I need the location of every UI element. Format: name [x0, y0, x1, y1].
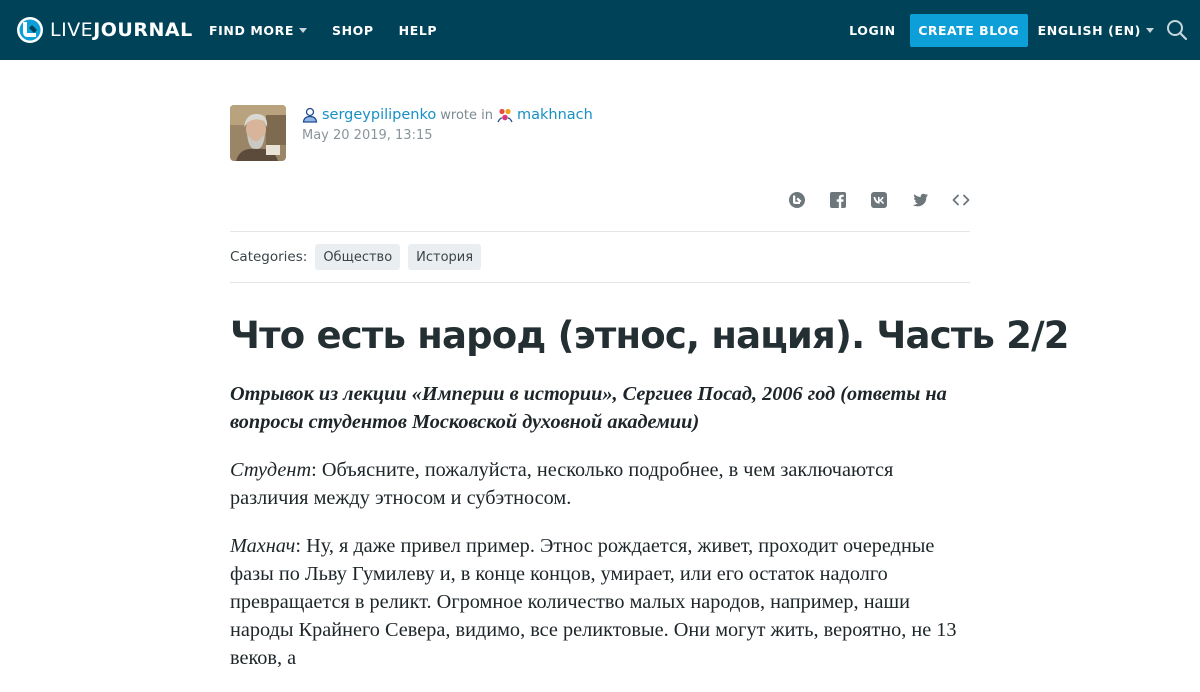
post-byline: sergeypilipenko wrote in makhnach [302, 105, 593, 125]
language-selector[interactable]: ENGLISH (EN) [1038, 23, 1154, 38]
nav-find-more-label: FIND MORE [209, 22, 295, 38]
create-blog-button[interactable]: CREATE BLOG [909, 13, 1028, 47]
nav-shop[interactable]: SHOP [332, 23, 374, 38]
author-avatar[interactable] [230, 105, 286, 161]
nav-help[interactable]: HELP [399, 23, 438, 38]
paragraph-text: : Ну, я даже привел пример. Этнос рождае… [230, 535, 957, 669]
wrote-in-label: wrote in [440, 107, 493, 123]
speaker-name: Махнач [230, 535, 296, 557]
post-date: May 20 2019, 13:15 [302, 128, 433, 143]
category-tag-history[interactable]: История [408, 244, 482, 270]
post-paragraph: Студент: Объясните, пожалуйста, нескольк… [230, 456, 972, 512]
account-nav: LOGIN CREATE BLOG ENGLISH (EN) [849, 0, 1200, 60]
user-icon[interactable] [302, 107, 318, 123]
author-username-link[interactable]: sergeypilipenko [322, 107, 436, 123]
livejournal-logo-icon [17, 17, 43, 43]
category-tag-society[interactable]: Общество [315, 244, 401, 270]
facebook-icon[interactable] [829, 191, 847, 209]
post-categories: Categories: Общество История [230, 244, 489, 270]
nav-find-more[interactable]: FIND MORE [209, 22, 308, 38]
post-body: Отрывок из лекции «Империи в истории», С… [230, 380, 972, 692]
vk-icon[interactable] [870, 191, 888, 209]
language-label: ENGLISH (EN) [1037, 22, 1141, 38]
nav-help-label: HELP [398, 22, 438, 38]
livejournal-logo[interactable]: LIVEJOURNAL [16, 15, 193, 45]
post-author-block: sergeypilipenko wrote in makhnach May 20… [230, 105, 970, 165]
post-title: Что есть народ (этнос, нация). Часть 2/2 [230, 314, 1070, 357]
search-icon[interactable] [1166, 19, 1188, 41]
chevron-down-icon [1146, 27, 1154, 33]
livejournal-repost-icon[interactable] [788, 191, 806, 209]
share-toolbar [765, 190, 970, 210]
paragraph-text: : Объясните, пожалуйста, несколько подро… [230, 459, 894, 509]
community-name-link[interactable]: makhnach [517, 107, 593, 123]
logo-wordmark: LIVEJOURNAL [50, 19, 193, 41]
nav-shop-label: SHOP [332, 22, 374, 38]
chevron-down-icon [299, 27, 308, 33]
divider [230, 231, 970, 232]
speaker-name: Студент [230, 459, 312, 481]
categories-label: Categories: [230, 249, 308, 265]
twitter-icon[interactable] [911, 191, 929, 209]
avatar-photo [230, 105, 286, 161]
post-lead-paragraph: Отрывок из лекции «Империи в истории», С… [230, 383, 947, 433]
community-icon[interactable] [497, 107, 513, 123]
top-navigation-bar: LIVEJOURNAL FIND MORE SHOP HELP LOGIN CR… [0, 0, 1200, 60]
embed-code-icon[interactable] [952, 191, 970, 209]
divider [230, 282, 970, 283]
post-paragraph: Махнач: Ну, я даже привел пример. Этнос … [230, 532, 972, 672]
login-link[interactable]: LOGIN [849, 23, 896, 38]
main-nav: FIND MORE SHOP HELP [209, 0, 462, 60]
